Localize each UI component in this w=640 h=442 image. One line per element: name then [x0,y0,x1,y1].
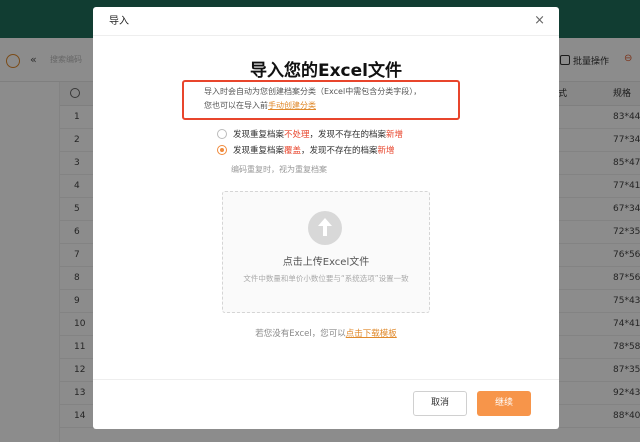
hint-text-line2: 您也可以在导入前手动创建分类 [204,100,316,111]
create-category-link[interactable]: 手动创建分类 [268,101,316,110]
option-text: 发现重复档案不处理，发现不存在的档案新增 [233,128,403,140]
continue-button[interactable]: 继续 [477,391,531,416]
upload-icon [308,211,342,245]
close-icon[interactable]: × [534,14,545,28]
option-skip-duplicates[interactable]: 发现重复档案不处理，发现不存在的档案新增 [217,128,403,140]
no-excel-prefix: 若您没有Excel，您可以 [255,329,346,339]
dialog-title: 导入 [109,16,129,27]
option-after: ，发现不存在的档案 [301,146,378,156]
option-overwrite-duplicates[interactable]: 发现重复档案覆盖，发现不存在的档案新增 [217,144,395,156]
import-dialog: 导入 × 导入您的Excel文件 导入时会自动为您创建档案分类（Excel中需包… [93,7,559,429]
upload-subtitle: 文件中数量和单价小数位要与“系统选项”设置一致 [243,274,409,283]
option-text: 发现重复档案覆盖，发现不存在的档案新增 [233,144,395,156]
hint-prefix: 您也可以在导入前 [204,101,268,110]
encode-note: 编码重复时，视为重复档案 [231,165,327,174]
option-end: 新增 [377,146,395,156]
no-excel-text: 若您没有Excel，您可以点击下载模板 [93,327,559,339]
cancel-button[interactable]: 取消 [413,391,467,416]
download-template-link[interactable]: 点击下载模板 [346,329,397,339]
option-mid: 覆盖 [284,146,302,156]
hint-text-line1: 导入时会自动为您创建档案分类（Excel中需包含分类字段）， [204,87,422,96]
option-before: 发现重复档案 [233,146,285,156]
option-end: 新增 [386,130,404,140]
option-mid: 不处理 [284,130,310,140]
upload-title: 点击上传Excel文件 [282,257,370,268]
option-before: 发现重复档案 [233,130,285,140]
import-heading: 导入您的Excel文件 [249,61,402,81]
radio-button[interactable] [217,129,227,139]
radio-button[interactable] [217,145,227,155]
option-after: ，发现不存在的档案 [309,130,387,140]
dialog-header: 导入 × [93,7,559,36]
upload-dropzone[interactable]: 点击上传Excel文件 文件中数量和单价小数位要与“系统选项”设置一致 [222,191,430,313]
